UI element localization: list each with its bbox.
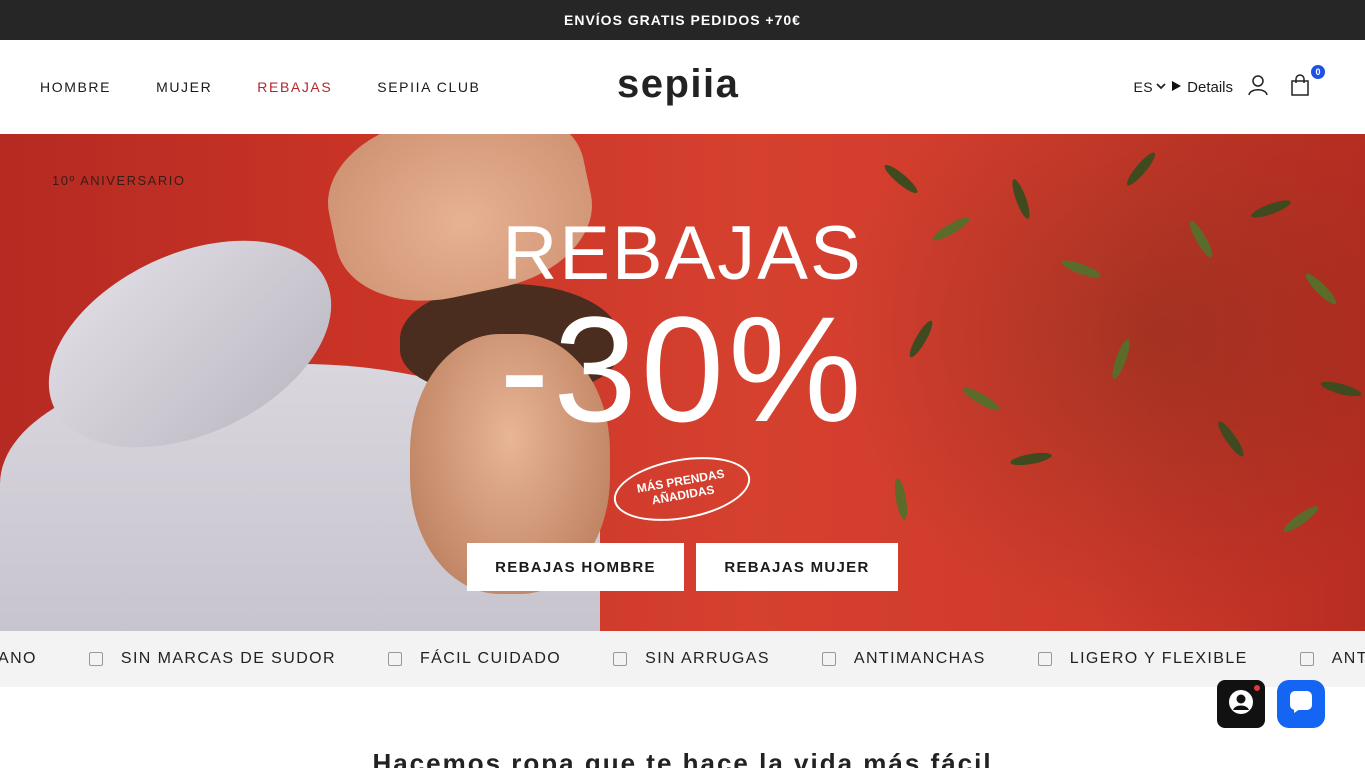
details-label: Details bbox=[1187, 78, 1233, 96]
triangle-right-icon bbox=[1172, 80, 1182, 94]
nav-item-sepiia-club[interactable]: SEPIIA CLUB bbox=[377, 79, 480, 95]
user-icon bbox=[1248, 74, 1268, 101]
account-button[interactable] bbox=[1247, 74, 1269, 101]
shop-women-sale-button[interactable]: REBAJAS MUJER bbox=[696, 543, 898, 591]
site-header: HOMBRE MUJER REBAJAS SEPIIA CLUB sepiia … bbox=[0, 40, 1365, 134]
hero-headline: REBAJAS bbox=[502, 211, 863, 296]
header-actions: ES Details 0 bbox=[1133, 40, 1331, 134]
ticker-item: ANTIBA bbox=[1299, 650, 1365, 668]
sweat-icon bbox=[88, 652, 103, 666]
language-label: ES bbox=[1133, 79, 1154, 95]
ticker-item: FÁCIL CUIDADO bbox=[387, 650, 561, 668]
shopping-bag-icon bbox=[1291, 73, 1309, 101]
logo[interactable]: sepiia bbox=[617, 62, 739, 107]
features-ticker: ANO SIN MARCAS DE SUDOR FÁCIL CUIDADO SI… bbox=[0, 631, 1365, 687]
chevron-down-icon bbox=[1156, 82, 1166, 93]
main-nav: HOMBRE MUJER REBAJAS SEPIIA CLUB bbox=[40, 40, 526, 134]
ticker-item: ANTIMANCHAS bbox=[821, 650, 986, 668]
ticker-track: ANO SIN MARCAS DE SUDOR FÁCIL CUIDADO SI… bbox=[0, 631, 1365, 687]
ticker-item: ANO bbox=[0, 650, 37, 667]
customer-widget-button[interactable] bbox=[1217, 680, 1265, 728]
nav-item-rebajas[interactable]: REBAJAS bbox=[257, 79, 332, 95]
stain-icon bbox=[821, 652, 836, 666]
ticker-item: SIN ARRUGAS bbox=[613, 650, 770, 668]
user-avatar-icon bbox=[1228, 689, 1254, 720]
ticker-item: LIGERO Y FLEXIBLE bbox=[1037, 650, 1248, 668]
flexible-icon bbox=[1037, 652, 1052, 666]
cart-button[interactable]: 0 bbox=[1289, 65, 1325, 101]
details-toggle[interactable]: Details bbox=[1172, 79, 1233, 96]
nav-item-hombre[interactable]: HOMBRE bbox=[40, 79, 111, 95]
chat-button[interactable] bbox=[1277, 680, 1325, 728]
hero-discount: -30% bbox=[499, 285, 866, 453]
cart-count-badge: 0 bbox=[1311, 65, 1325, 79]
language-selector[interactable]: ES bbox=[1133, 79, 1166, 95]
announcement-bar: ENVÍOS GRATIS PEDIDOS +70€ bbox=[0, 0, 1365, 40]
antibacterial-icon bbox=[1299, 652, 1314, 666]
chat-bubble-icon bbox=[1288, 689, 1314, 720]
shop-men-sale-button[interactable]: REBAJAS HOMBRE bbox=[467, 543, 684, 591]
hero-stamp: MÁS PRENDAS AÑADIDAS bbox=[608, 447, 756, 531]
no-wrinkle-icon bbox=[613, 652, 628, 666]
notification-dot bbox=[1252, 683, 1262, 693]
nav-item-mujer[interactable]: MUJER bbox=[156, 79, 212, 95]
ticker-item: SIN MARCAS DE SUDOR bbox=[88, 650, 336, 668]
announcement-text: ENVÍOS GRATIS PEDIDOS +70€ bbox=[564, 12, 801, 28]
easy-care-icon bbox=[387, 652, 402, 666]
intro-heading: Hacemos ropa que te hace la vida más fác… bbox=[372, 748, 993, 768]
hero-banner: 10º ANIVERSARIO REBAJAS -30% MÁS PRENDAS… bbox=[0, 134, 1365, 631]
hero-eyebrow: 10º ANIVERSARIO bbox=[52, 173, 186, 188]
